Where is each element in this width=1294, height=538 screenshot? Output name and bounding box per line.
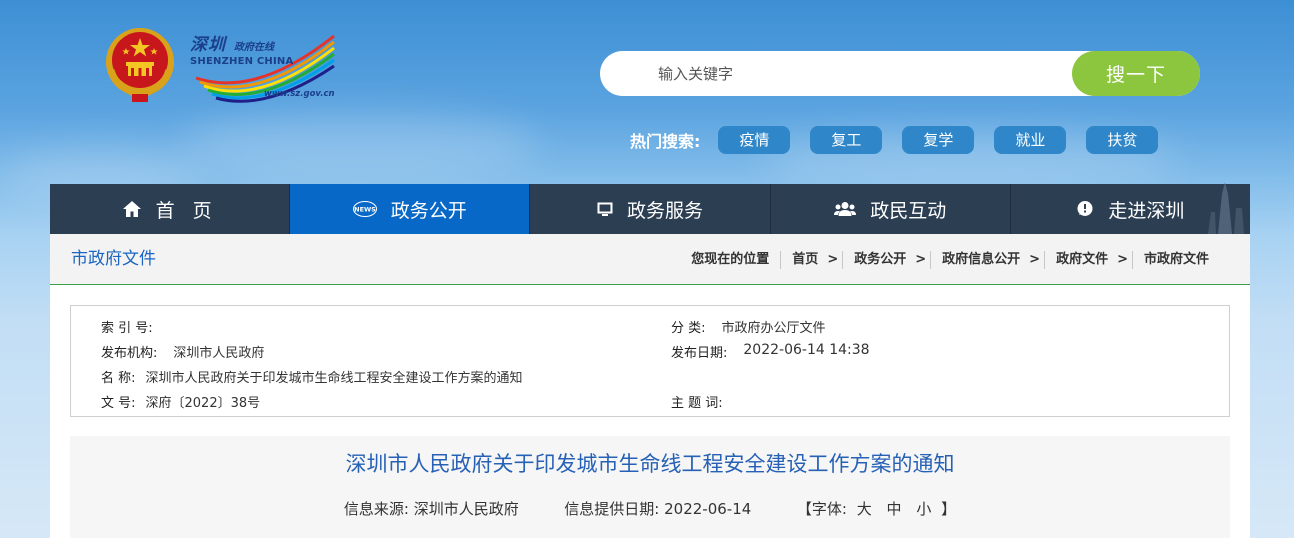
- news-icon: NEWS: [352, 201, 377, 217]
- article-date-label: 信息提供日期:: [564, 500, 660, 518]
- home-icon: [122, 200, 142, 218]
- meta-publisher-value: 深圳市人民政府: [173, 346, 265, 361]
- breadcrumb-government-documents[interactable]: 政府文件: [1044, 250, 1119, 269]
- article-header: 深圳市人民政府关于印发城市生命线工程安全建设工作方案的通知 信息来源: 深圳市人…: [70, 436, 1230, 538]
- meta-name-label: 名 称:: [101, 371, 136, 386]
- search-bar: 搜一下: [600, 51, 1200, 96]
- font-switch-close: 】: [941, 500, 957, 518]
- breadcrumb-municipal-documents[interactable]: 市政府文件: [1131, 250, 1220, 269]
- meta-publisher: 发布机构: 深圳市人民政府: [101, 342, 264, 361]
- nav-item-interaction[interactable]: 政民互动: [771, 184, 1011, 234]
- meta-publish-date: 发布日期: 2022-06-14 14:38: [671, 342, 870, 361]
- article-title: 深圳市人民政府关于印发城市生命线工程安全建设工作方案的通知: [345, 452, 955, 476]
- nav-label-interaction: 政民互动: [870, 199, 947, 222]
- nav-item-home[interactable]: 首 页: [50, 184, 291, 234]
- breadcrumb-government-affairs[interactable]: 政务公开: [842, 250, 917, 269]
- meta-category: 分 类: 市政府办公厅文件: [671, 317, 826, 336]
- hot-tag-5[interactable]: 扶贫: [1086, 126, 1159, 154]
- hot-search-label: 热门搜索:: [630, 132, 701, 151]
- logo-url-text: www.sz.gov.cn: [264, 89, 335, 99]
- nav-label-home: 首 页: [155, 199, 218, 222]
- meta-name: 名 称: 深圳市人民政府关于印发城市生命线工程安全建设工作方案的通知: [101, 367, 523, 386]
- breadcrumb-home[interactable]: 首页: [780, 250, 829, 269]
- font-size-medium[interactable]: 中: [887, 498, 902, 519]
- hot-tag-4[interactable]: 就业: [994, 126, 1067, 154]
- svg-text:NEWS: NEWS: [354, 206, 376, 214]
- search-button[interactable]: 搜一下: [1072, 51, 1200, 96]
- section-title: 市政府文件: [71, 249, 156, 269]
- hot-tag-1[interactable]: 疫情: [718, 126, 791, 154]
- logo-chinese-text: 深圳: [190, 35, 226, 55]
- breadcrumb-location-label: 您现在的位置: [691, 251, 770, 267]
- meta-index-no-label: 索 引 号:: [101, 321, 153, 336]
- monitor-icon: [597, 202, 613, 217]
- breadcrumb-separator: >: [1117, 252, 1128, 267]
- main-content: 索 引 号: 分 类: 市政府办公厅文件 发布机构: 深圳市人民政府 发布日期:…: [50, 285, 1250, 538]
- logo-english-text: SHENZHEN CHINA: [190, 56, 294, 67]
- hot-tag-2[interactable]: 复工: [810, 126, 883, 154]
- chat-bubble-icon: [1076, 200, 1094, 218]
- breadcrumb-separator: >: [915, 252, 927, 267]
- search-input[interactable]: [658, 51, 1058, 96]
- logo-subtitle-text: 政府在线: [234, 42, 274, 53]
- nav-label-government-affairs: 政务公开: [390, 199, 467, 222]
- main-nav: 首 页 NEWS 政务公开 政务服务 政民互动 走进深圳: [50, 182, 1250, 234]
- nav-item-explore-shenzhen[interactable]: 走进深圳: [1011, 182, 1250, 234]
- meta-category-value: 市政府办公厅文件: [721, 321, 826, 336]
- nav-item-government-affairs[interactable]: NEWS 政务公开: [290, 184, 531, 234]
- font-switch-open: 【字体:: [796, 500, 847, 518]
- font-size-small[interactable]: 小: [916, 498, 931, 519]
- breadcrumb-separator: >: [1029, 252, 1041, 267]
- meta-name-value: 深圳市人民政府关于印发城市生命线工程安全建设工作方案的通知: [145, 371, 523, 386]
- national-emblem-icon: [104, 24, 176, 104]
- article-info: 信息来源: 深圳市人民政府 信息提供日期: 2022-06-14 【字体: 大 …: [70, 498, 1230, 519]
- meta-index-no: 索 引 号:: [101, 317, 163, 336]
- nav-label-explore-shenzhen: 走进深圳: [1108, 199, 1185, 222]
- article-source-label: 信息来源:: [343, 500, 409, 518]
- meta-doc-no: 文 号: 深府〔2022〕38号: [101, 392, 260, 411]
- meta-publish-date-label: 发布日期:: [671, 346, 728, 361]
- nav-item-services[interactable]: 政务服务: [530, 184, 771, 234]
- breadcrumb-separator: >: [827, 252, 839, 267]
- nav-label-services: 政务服务: [627, 199, 704, 222]
- document-metadata: 索 引 号: 分 类: 市政府办公厅文件 发布机构: 深圳市人民政府 发布日期:…: [70, 305, 1230, 417]
- skyscraper-icon: [1208, 182, 1245, 234]
- hot-tag-3[interactable]: 复学: [902, 126, 975, 154]
- breadcrumb-bar: 市政府文件 您现在的位置 首页 > 政务公开 > 政府信息公开 > 政府文件 >…: [50, 234, 1250, 285]
- article-source-value: 深圳市人民政府: [413, 500, 519, 518]
- meta-doc-no-value: 深府〔2022〕38号: [145, 396, 261, 411]
- people-icon: [834, 201, 857, 217]
- meta-category-label: 分 类:: [671, 321, 706, 336]
- meta-publisher-label: 发布机构:: [101, 346, 158, 361]
- hot-search: 热门搜索: 疫情 复工 复学 就业 扶贫: [630, 126, 1178, 154]
- meta-subject: 主 题 词:: [671, 392, 733, 411]
- meta-doc-no-label: 文 号:: [101, 396, 136, 411]
- meta-subject-label: 主 题 词:: [671, 396, 723, 411]
- site-logo[interactable]: 深圳 政府在线 SHENZHEN CHINA www.sz.gov.cn: [186, 28, 338, 104]
- font-size-switch: 【字体: 大 中 小 】: [797, 498, 956, 519]
- breadcrumb: 您现在的位置 首页 > 政务公开 > 政府信息公开 > 政府文件 > 市政府文件: [691, 234, 1220, 285]
- article-date-value: 2022-06-14: [664, 500, 752, 518]
- meta-publish-date-value: 2022-06-14 14:38: [743, 342, 870, 358]
- font-size-large[interactable]: 大: [857, 498, 872, 519]
- breadcrumb-info-disclosure[interactable]: 政府信息公开: [930, 250, 1031, 269]
